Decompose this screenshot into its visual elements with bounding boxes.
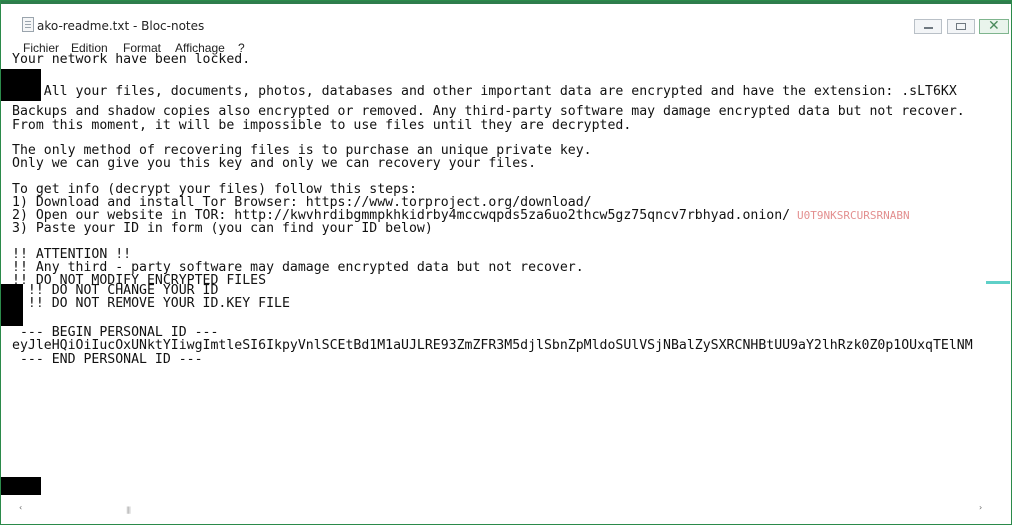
text-line: --- END PERSONAL ID --- — [12, 352, 203, 367]
text-line: 3) Paste your ID in form (you can find y… — [12, 221, 433, 236]
text-line: From this moment, it will be impossible … — [12, 118, 632, 133]
window-accent-border — [1, 1, 1011, 4]
text-editor-area[interactable]: Your network have been locked. All your … — [12, 52, 1002, 366]
notepad-icon — [22, 17, 34, 32]
text-line: !! DO NOT REMOVE YOUR ID.KEY FILE — [12, 296, 290, 311]
title-bar[interactable]: ako-readme.txt - Bloc-notes ✕ — [1, 6, 1011, 36]
text-line: Only we can give you this key and only w… — [12, 156, 537, 171]
minimize-button[interactable] — [914, 19, 942, 34]
black-block — [1, 284, 23, 326]
onion-overlay-text: U0T9NKSRCURSRNABN — [797, 209, 910, 222]
black-block — [1, 69, 41, 101]
close-icon: ✕ — [988, 18, 1000, 34]
scroll-left-icon[interactable]: ‹ — [19, 503, 22, 512]
horizontal-scroll-thumb[interactable]: ||| — [126, 506, 131, 514]
text-line: Backups and shadow copies also encrypted… — [12, 104, 965, 119]
render-artifact — [986, 281, 1010, 284]
maximize-button[interactable] — [947, 19, 975, 34]
notepad-window: ako-readme.txt - Bloc-notes ✕ Fichier Ed… — [0, 0, 1012, 525]
scroll-right-icon[interactable]: › — [979, 503, 982, 512]
text-line: Your network have been locked. — [12, 52, 251, 67]
text-line: eyJleHQiOiIucOxUNktYIiwgImtleSI6IkpyVnlS… — [12, 338, 973, 353]
black-block — [1, 477, 41, 495]
text-line: All your files, documents, photos, datab… — [12, 84, 957, 99]
window-title: ako-readme.txt - Bloc-notes — [37, 19, 205, 33]
close-button[interactable]: ✕ — [979, 18, 1009, 34]
